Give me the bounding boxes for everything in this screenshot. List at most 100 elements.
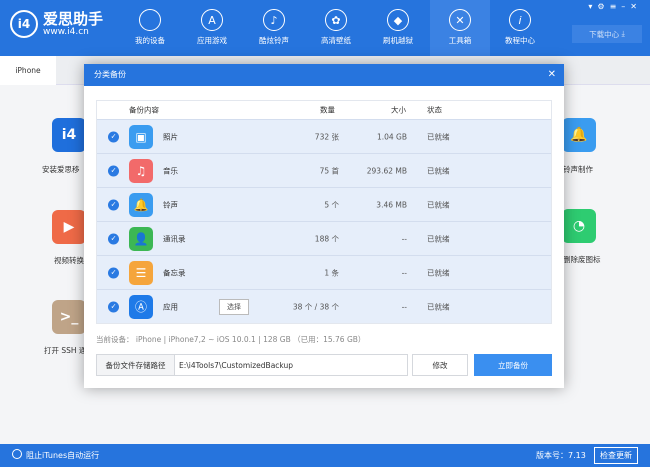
path-input[interactable]: E:\i4Tools7\CustomizedBackup [175, 355, 407, 375]
dialog-title: 分类备份 [94, 70, 126, 79]
checkbox-checked[interactable]: ✓ [108, 301, 119, 312]
item-status: 已就绪 [427, 301, 450, 312]
item-name: 照片 [163, 131, 178, 142]
device-info: 当前设备： iPhone | iPhone7,2 ~ iOS 10.0.1 | … [96, 334, 365, 345]
category-backup-dialog: 分类备份 ✕ 备份内容 数量 大小 状态 ✓ ▣ 照片 732 张 1.04 GB… [84, 64, 564, 388]
flower-icon: ✿ [325, 9, 347, 31]
item-size: -- [402, 302, 407, 311]
tool-label: 安装爱思移 [42, 164, 80, 175]
col-count: 数量 [320, 105, 335, 116]
nav-my-device[interactable]: 我的设备 [120, 0, 180, 56]
item-status: 已就绪 [427, 233, 450, 244]
tab-iphone[interactable]: iPhone [0, 56, 56, 85]
close-icon[interactable]: ✕ [630, 2, 642, 11]
ssh-terminal-icon[interactable]: >_ [52, 300, 86, 334]
item-count: 732 张 [315, 131, 339, 142]
dialog-titlebar: 分类备份 ✕ [84, 64, 564, 86]
download-icon: ⤓ [622, 29, 625, 39]
tool-label: 打开 SSH 通 [44, 345, 86, 356]
backup-path-field: 备份文件存储路径 E:\i4Tools7\CustomizedBackup [96, 354, 408, 376]
nav-wallpapers[interactable]: ✿ 高清壁纸 [306, 0, 366, 56]
item-count: 38 个 / 38 个 [293, 301, 339, 312]
nav-ringtones[interactable]: ♪ 酷炫铃声 [244, 0, 304, 56]
download-center-button[interactable]: 下载中心 ⤓ [572, 25, 642, 43]
appstore-icon: Ⓐ [129, 295, 153, 319]
i4-app-icon[interactable]: i4 [52, 118, 86, 152]
checkbox-checked[interactable]: ✓ [108, 233, 119, 244]
table-row[interactable]: ✓ ♫ 音乐 75 首 293.62 MB 已就绪 [97, 153, 551, 187]
status-bar: 阻止iTunes自动运行 版本号：7.13 检查更新 [0, 444, 650, 467]
item-name: 铃声 [163, 199, 178, 210]
photo-icon: ▣ [129, 125, 153, 149]
backup-table: 备份内容 数量 大小 状态 ✓ ▣ 照片 732 张 1.04 GB 已就绪✓ … [96, 100, 552, 324]
nav-label: 工具箱 [430, 35, 490, 46]
item-name: 音乐 [163, 165, 178, 176]
table-row[interactable]: ✓ 🔔 铃声 5 个 3.46 MB 已就绪 [97, 187, 551, 221]
tools-icon: ✕ [449, 9, 471, 31]
nav-tutorials[interactable]: i 教程中心 [490, 0, 550, 56]
nav-label: 酷炫铃声 [244, 35, 304, 46]
menu-icon[interactable]: ≡ [610, 2, 622, 11]
item-count: 5 个 [324, 199, 339, 210]
nav-flash[interactable]: ◆ 刷机越狱 [368, 0, 428, 56]
nav-apps[interactable]: A应用游戏 [182, 0, 242, 56]
dropbox-icon: ◆ [387, 9, 409, 31]
logo-badge: i4 [10, 10, 38, 38]
table-header: 备份内容 数量 大小 状态 [97, 101, 551, 119]
item-size: -- [402, 268, 407, 277]
table-row[interactable]: ✓ Ⓐ 应用 选择 38 个 / 38 个 -- 已就绪 [97, 289, 551, 323]
nav-toolbox[interactable]: ✕ 工具箱 [430, 0, 490, 56]
nav-label: 刷机越狱 [368, 35, 428, 46]
bell-icon: 🔔 [129, 193, 153, 217]
item-size: 293.62 MB [367, 166, 407, 175]
item-count: 75 首 [320, 165, 339, 176]
check-update-button[interactable]: 检查更新 [594, 447, 638, 464]
select-apps-button[interactable]: 选择 [219, 299, 249, 315]
table-row[interactable]: ✓ ☰ 备忘录 1 条 -- 已就绪 [97, 255, 551, 289]
item-count: 188 个 [315, 233, 339, 244]
tool-label: 删除废图标 [563, 254, 601, 265]
version-label: 版本号：7.13 [536, 450, 586, 461]
remove-icons-icon[interactable]: ◔ [562, 209, 596, 243]
item-name: 通讯录 [163, 233, 186, 244]
ringtone-maker-icon[interactable]: 🔔 [562, 118, 596, 152]
nav-label: 高清壁纸 [306, 35, 366, 46]
apple-icon [139, 9, 161, 31]
path-label: 备份文件存储路径 [97, 355, 175, 375]
checkbox-checked[interactable]: ✓ [108, 165, 119, 176]
contact-icon: 👤 [129, 227, 153, 251]
itunes-checkbox[interactable] [12, 449, 22, 459]
logo-text: 爱思助手 [43, 11, 103, 27]
item-name: 应用 [163, 301, 178, 312]
logo-url: www.i4.cn [43, 27, 103, 37]
tool-label: 铃声制作 [563, 164, 593, 175]
item-status: 已就绪 [427, 199, 450, 210]
item-count: 1 条 [324, 267, 339, 278]
appstore-icon: A [201, 9, 223, 31]
col-status: 状态 [427, 105, 442, 116]
close-icon[interactable]: ✕ [548, 64, 556, 86]
notes-icon: ☰ [129, 261, 153, 285]
checkbox-checked[interactable]: ✓ [108, 199, 119, 210]
item-status: 已就绪 [427, 131, 450, 142]
table-row[interactable]: ✓ 👤 通讯录 188 个 -- 已就绪 [97, 221, 551, 255]
col-size: 大小 [391, 105, 406, 116]
checkbox-checked[interactable]: ✓ [108, 267, 119, 278]
info-icon: i [509, 9, 531, 31]
item-status: 已就绪 [427, 165, 450, 176]
itunes-label[interactable]: 阻止iTunes自动运行 [26, 450, 99, 461]
gear-icon[interactable]: ⚙ [597, 2, 609, 11]
item-status: 已就绪 [427, 267, 450, 278]
minimize-icon[interactable]: – [621, 2, 630, 11]
nav-label: 教程中心 [490, 35, 550, 46]
item-size: -- [402, 234, 407, 243]
bell-icon: ♪ [263, 9, 285, 31]
video-convert-icon[interactable]: ▶ [52, 210, 86, 244]
backup-now-button[interactable]: 立即备份 [474, 354, 552, 376]
logo: i4 爱思助手www.i4.cn [10, 10, 103, 38]
checkbox-checked[interactable]: ✓ [108, 131, 119, 142]
table-row[interactable]: ✓ ▣ 照片 732 张 1.04 GB 已就绪 [97, 119, 551, 153]
header: i4 爱思助手www.i4.cn 我的设备 A应用游戏 ♪酷炫铃声 ✿高清壁纸 … [0, 0, 650, 56]
item-size: 3.46 MB [376, 200, 407, 209]
modify-button[interactable]: 修改 [412, 354, 468, 376]
